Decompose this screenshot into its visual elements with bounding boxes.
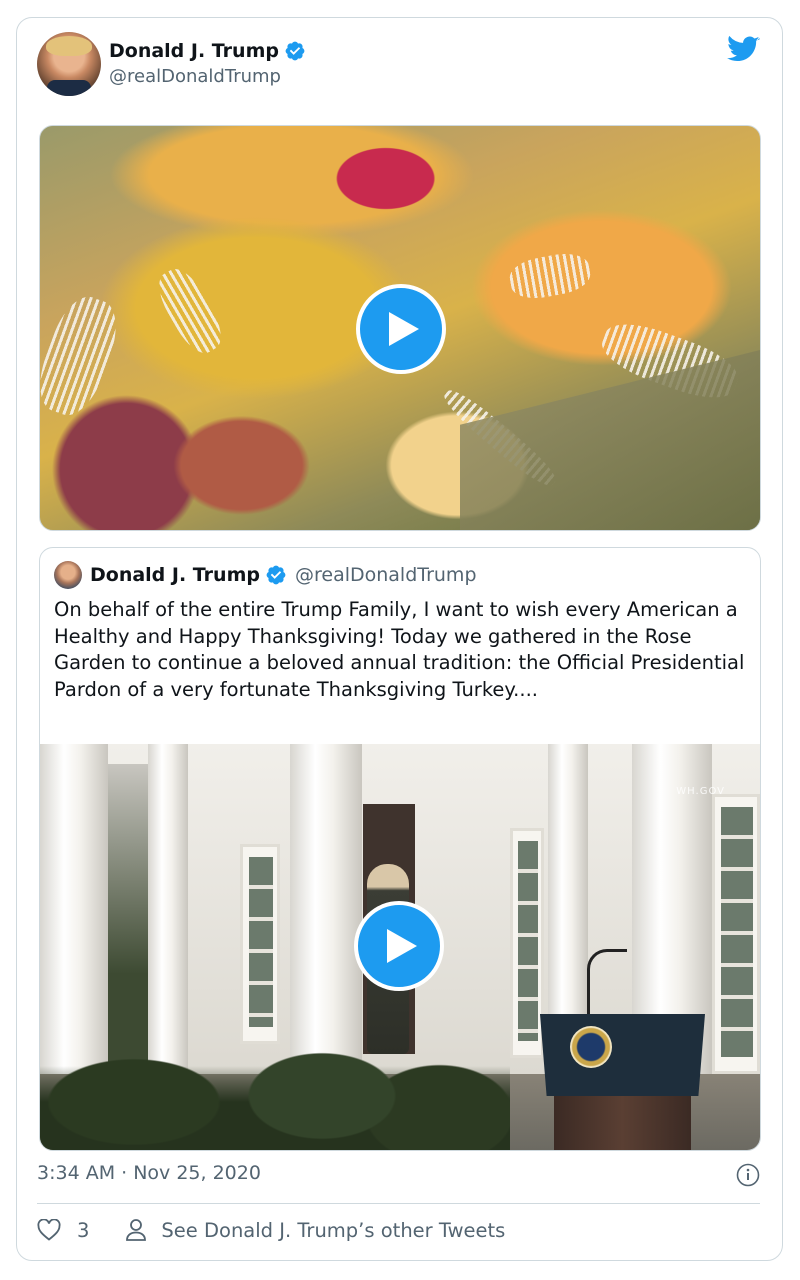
author-handle[interactable]: @realDonaldTrump — [109, 66, 281, 87]
like-count[interactable]: 3 — [77, 1219, 89, 1242]
verified-badge-icon — [285, 41, 305, 61]
tweet-actions: 3 See Donald J. Trump’s other Tweets — [37, 1215, 505, 1245]
presidential-podium — [540, 1014, 705, 1150]
french-door — [510, 828, 544, 1058]
white-column — [40, 744, 108, 1074]
wh-gov-watermark: WH.GOV — [676, 786, 725, 797]
video-thumbnail-rose-garden[interactable]: WH.GOV — [40, 744, 760, 1150]
video-thumbnail-wreath[interactable] — [39, 125, 761, 531]
twitter-bird-icon[interactable] — [727, 36, 760, 64]
french-door — [240, 844, 280, 1044]
shrubbery — [40, 1030, 510, 1150]
verified-badge-icon — [266, 565, 286, 585]
microphone — [587, 949, 627, 1019]
fern-decoration — [40, 289, 127, 423]
heart-icon[interactable] — [37, 1219, 61, 1241]
presidential-seal — [570, 1026, 612, 1068]
play-button[interactable] — [354, 901, 444, 991]
person-icon — [126, 1219, 147, 1241]
french-door — [712, 794, 760, 1074]
tweet-timestamp[interactable]: 3:34 AM · Nov 25, 2020 — [37, 1162, 261, 1184]
fern-decoration — [507, 249, 593, 303]
quoted-tweet-header[interactable]: Donald J. Trump @realDonaldTrump — [54, 561, 477, 589]
quoted-author-name[interactable]: Donald J. Trump — [90, 564, 260, 586]
white-column — [290, 744, 362, 1074]
play-icon — [389, 312, 419, 346]
quoted-author-handle[interactable]: @realDonaldTrump — [295, 564, 477, 586]
info-icon[interactable] — [736, 1163, 760, 1187]
see-other-tweets-link[interactable]: See Donald J. Trump’s other Tweets — [161, 1219, 505, 1242]
divider — [37, 1203, 760, 1204]
quoted-tweet-text: On behalf of the entire Trump Family, I … — [54, 598, 745, 701]
fern-decoration — [150, 262, 230, 360]
quoted-author-avatar[interactable] — [54, 561, 82, 589]
tweet-card: Donald J. Trump @realDonaldTrump Donald … — [16, 17, 783, 1261]
play-button[interactable] — [356, 284, 446, 374]
author-name-row[interactable]: Donald J. Trump — [109, 40, 306, 62]
author-avatar[interactable] — [37, 32, 101, 96]
white-column — [148, 744, 188, 1074]
burlap-ribbon — [460, 350, 760, 530]
author-name[interactable]: Donald J. Trump — [109, 40, 279, 62]
quoted-tweet[interactable]: Donald J. Trump @realDonaldTrump On beha… — [39, 547, 761, 1151]
play-icon — [387, 929, 417, 963]
